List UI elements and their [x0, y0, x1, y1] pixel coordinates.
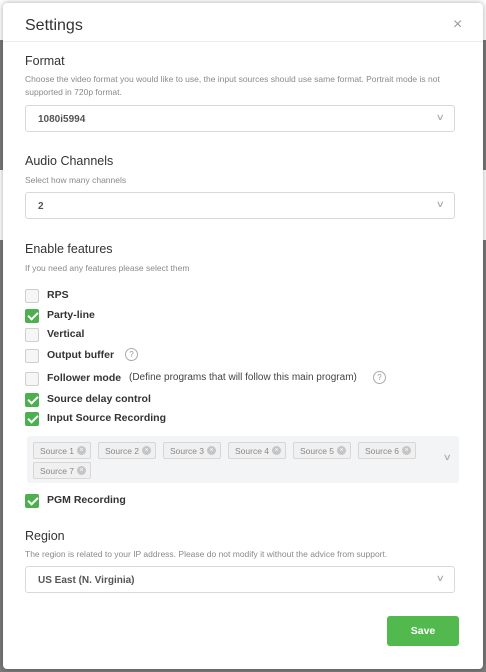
close-icon[interactable]: × [453, 15, 462, 35]
source-tag-label: Source 7 [40, 466, 75, 476]
feature-label: PGM Recording [47, 494, 126, 506]
source-tag: Source 5 × [293, 442, 351, 459]
remove-tag-icon[interactable]: × [142, 446, 151, 455]
format-help: Choose the video format you would like t… [25, 74, 440, 97]
checkbox-follower-mode[interactable] [25, 372, 39, 386]
checkbox-input-source-recording[interactable] [25, 412, 39, 426]
region-help: The region is related to your IP address… [25, 549, 388, 559]
source-tag: Source 3 × [163, 442, 221, 459]
remove-tag-icon[interactable]: × [77, 466, 86, 475]
remove-tag-icon[interactable]: × [337, 446, 346, 455]
region-title: Region [25, 529, 65, 543]
feature-label: RPS [47, 289, 69, 301]
feature-label: Party-line [47, 309, 95, 321]
region-select[interactable]: US East (N. Virginia) ∨ [25, 566, 455, 593]
checkbox-rps[interactable] [25, 289, 39, 303]
follower-mode-note: (Define programs that will follow this m… [129, 372, 357, 383]
feature-label: Follower mode [47, 372, 122, 384]
format-value: 1080i5994 [38, 114, 86, 125]
source-tag: Source 2 × [98, 442, 156, 459]
checkbox-vertical[interactable] [25, 328, 39, 342]
chevron-down-icon: ∨ [436, 199, 446, 209]
source-tag: Source 7 × [33, 462, 91, 479]
checkbox-pgm-recording[interactable] [25, 494, 39, 508]
feature-label: Output buffer [47, 349, 115, 361]
source-tag-label: Source 1 [40, 446, 75, 456]
save-button[interactable]: Save [387, 616, 459, 646]
format-title: Format [25, 54, 65, 68]
checkbox-source-delay-control[interactable] [25, 393, 39, 407]
header-divider [3, 41, 483, 42]
question-icon[interactable]: ? [373, 371, 386, 384]
source-tag-label: Source 2 [105, 446, 140, 456]
settings-dialog: Settings × Format Choose the video forma… [3, 3, 483, 669]
remove-tag-icon[interactable]: × [77, 446, 86, 455]
remove-tag-icon[interactable]: × [402, 446, 411, 455]
source-tag-label: Source 3 [170, 446, 205, 456]
remove-tag-icon[interactable]: × [207, 446, 216, 455]
source-tag-label: Source 4 [235, 446, 270, 456]
question-icon[interactable]: ? [125, 348, 138, 361]
dialog-title: Settings [25, 17, 83, 34]
chevron-down-icon: ∨ [436, 573, 446, 583]
checkbox-output-buffer[interactable] [25, 349, 39, 363]
audio-help: Select how many channels [25, 175, 127, 185]
source-tag: Source 4 × [228, 442, 286, 459]
audio-value: 2 [38, 201, 44, 212]
feature-label: Vertical [47, 328, 85, 340]
source-tag-label: Source 6 [365, 446, 400, 456]
source-multiselect[interactable]: Source 1 × Source 2 × Source 3 × Source … [27, 436, 459, 483]
audio-title: Audio Channels [25, 154, 114, 168]
feature-label: Input Source Recording [47, 412, 167, 424]
format-select[interactable]: 1080i5994 ∨ [25, 105, 455, 132]
checkbox-party-line[interactable] [25, 309, 39, 323]
region-value: US East (N. Virginia) [38, 575, 135, 586]
features-help: If you need any features please select t… [25, 263, 190, 273]
audio-select[interactable]: 2 ∨ [25, 192, 455, 219]
source-tag-label: Source 5 [300, 446, 335, 456]
chevron-down-icon: ∨ [436, 112, 446, 122]
remove-tag-icon[interactable]: × [272, 446, 281, 455]
features-title: Enable features [25, 242, 113, 256]
source-tag: Source 6 × [358, 442, 416, 459]
source-tag: Source 1 × [33, 442, 91, 459]
chevron-down-icon: ∨ [443, 452, 453, 462]
feature-label: Source delay control [47, 393, 151, 405]
